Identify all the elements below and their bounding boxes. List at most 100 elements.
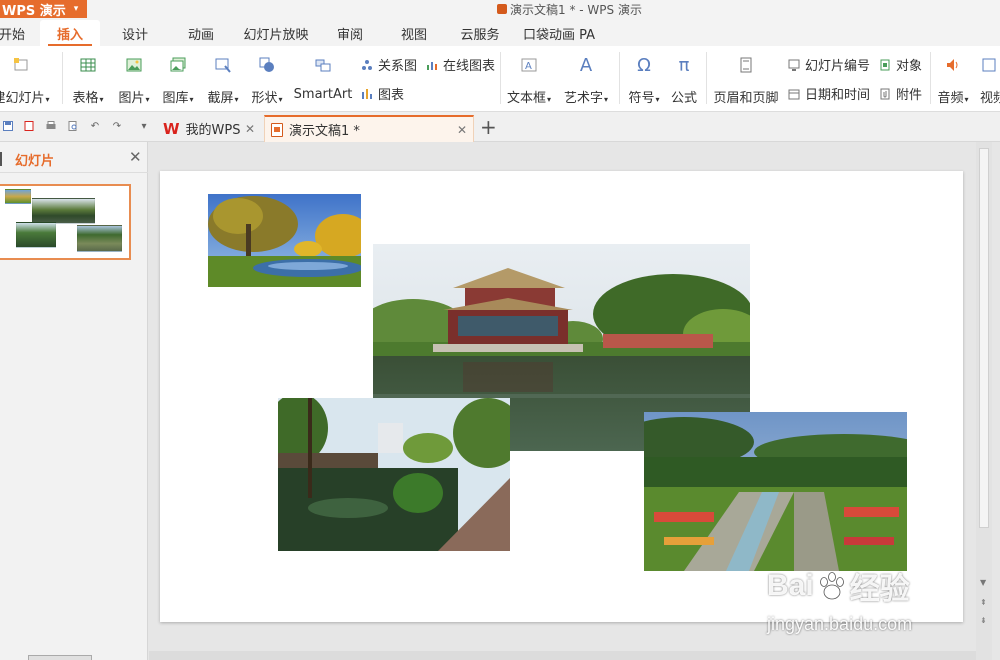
tab-animation[interactable]: 动画 — [176, 20, 226, 46]
doc-tab-presentation[interactable]: 演示文稿1 * ✕ — [264, 115, 474, 142]
slide-number-icon — [787, 58, 800, 71]
slide-picture-trees-pond[interactable] — [208, 194, 361, 287]
shape-button[interactable]: 形状▾ — [247, 56, 287, 106]
thumbnail-picture — [32, 198, 95, 224]
slide-picture-garden-pond[interactable] — [278, 398, 510, 551]
panel-tab-marker — [0, 152, 2, 166]
print-icon[interactable] — [45, 120, 57, 132]
paw-icon — [816, 570, 848, 602]
slide-picture-garden-cascade[interactable] — [644, 412, 907, 571]
screenshot-icon — [214, 56, 232, 74]
new-tab-icon[interactable]: + — [480, 117, 497, 137]
app-name: WPS 演示 — [2, 3, 66, 19]
omega-icon: Ω — [637, 54, 651, 76]
save-icon[interactable] — [2, 120, 14, 132]
attachment-icon — [878, 87, 891, 100]
object-button[interactable]: 对象 — [878, 55, 922, 74]
table-icon — [79, 56, 97, 74]
ribbon-divider — [930, 52, 931, 104]
textbox-icon: A — [520, 56, 538, 74]
relation-chart-icon — [360, 58, 373, 71]
chart-icon — [360, 87, 373, 100]
wordart-button[interactable]: A 艺术字▾ — [562, 54, 610, 107]
customize-toolbar-icon[interactable]: ▾ — [138, 120, 150, 132]
online-chart-icon — [425, 58, 438, 71]
tab-insert[interactable]: 插入 — [40, 20, 100, 46]
presentation-icon — [271, 122, 283, 137]
window-title-text: 演示文稿1 * - WPS 演示 — [510, 2, 642, 17]
tab-cloud[interactable]: 云服务 — [452, 20, 508, 46]
textbox-button[interactable]: A 文本框▾ — [506, 56, 552, 106]
table-button[interactable]: 表格▾ — [68, 56, 108, 106]
scrollbar-thumb[interactable] — [979, 148, 989, 528]
picture-icon — [125, 56, 143, 74]
object-icon — [878, 58, 891, 71]
app-menu-button[interactable]: WPS 演示 ▾ — [0, 0, 87, 18]
redo-icon[interactable]: ↷ — [111, 120, 123, 132]
watermark-url: jingyan.baidu.com — [767, 614, 913, 634]
wordart-icon: A — [579, 54, 593, 76]
thumbnail-picture — [77, 225, 122, 252]
symbol-button[interactable]: Ω 符号▾ — [624, 54, 664, 107]
panel-scroll-button[interactable] — [28, 655, 92, 660]
quick-access-bar: ↶ ↷ ▾ W 我的WPS ✕ 演示文稿1 * ✕ + — [0, 112, 1000, 142]
relation-chart-button[interactable]: 关系图 — [360, 55, 417, 74]
thumbnail-picture — [5, 189, 31, 204]
slide-panel-header: 幻灯片 ✕ — [0, 148, 148, 170]
chart-button[interactable]: 图表 — [360, 84, 404, 103]
ribbon-divider — [619, 52, 620, 104]
formula-button[interactable]: π 公式 — [668, 54, 700, 107]
wps-logo-icon: W — [163, 119, 180, 138]
close-icon[interactable]: ✕ — [245, 122, 255, 136]
shape-icon — [258, 56, 276, 74]
slide[interactable] — [160, 171, 963, 622]
ribbon-divider — [62, 52, 63, 104]
audio-button[interactable]: 音频▾ — [935, 56, 971, 106]
close-icon[interactable]: ✕ — [129, 148, 142, 166]
tab-home[interactable]: 开始 — [0, 20, 26, 46]
doc-tab-my-wps[interactable]: W 我的WPS ✕ — [157, 115, 261, 142]
chevron-down-icon: ▾ — [73, 4, 79, 14]
watermark-logo: Bai 经验 — [767, 569, 910, 606]
export-pdf-icon[interactable] — [23, 120, 35, 132]
new-slide-button[interactable]: 建幻灯片▾ — [0, 56, 50, 106]
title-bar: WPS 演示 ▾ 演示文稿1 * - WPS 演示 — [0, 0, 1000, 18]
calendar-icon — [787, 87, 800, 100]
ribbon-toolbar: 建幻灯片▾ 表格▾ 图片▾ 图库▾ 截屏▾ 形状▾ SmartArt — [0, 46, 1000, 112]
screenshot-button[interactable]: 截屏▾ — [203, 56, 243, 106]
new-slide-icon — [12, 56, 30, 74]
smartart-icon — [314, 56, 332, 74]
pi-icon: π — [678, 54, 690, 76]
attachment-button[interactable]: 附件 — [878, 84, 922, 103]
datetime-button[interactable]: 日期和时间 — [787, 84, 870, 103]
doc-tab-label: 演示文稿1 * — [289, 124, 360, 139]
horizontal-scrollbar[interactable] — [149, 651, 976, 660]
close-icon[interactable]: ✕ — [457, 123, 467, 137]
doc-tab-label: 我的WPS — [185, 123, 241, 138]
speaker-icon — [944, 56, 962, 74]
video-button[interactable]: 视频 — [980, 56, 1000, 106]
ribbon-tab-bar: 开始 插入 设计 动画 幻灯片放映 审阅 视图 云服务 口袋动画 PA — [0, 18, 1000, 46]
tab-slideshow[interactable]: 幻灯片放映 — [240, 20, 312, 46]
picture-button[interactable]: 图片▾ — [114, 56, 154, 106]
online-chart-button[interactable]: 在线图表 — [425, 55, 495, 74]
header-footer-button[interactable]: 页眉和页脚 — [713, 56, 779, 106]
window-title: 演示文稿1 * - WPS 演示 — [497, 0, 642, 18]
video-icon — [980, 56, 998, 74]
divider — [0, 172, 148, 173]
tab-review[interactable]: 审阅 — [328, 20, 372, 46]
smartart-button[interactable]: SmartArt — [293, 56, 353, 102]
slide-panel-title[interactable]: 幻灯片 — [15, 150, 54, 169]
baidu-jingyan-watermark: Bai 经验 jingyan.baidu.com — [767, 556, 997, 640]
undo-icon[interactable]: ↶ — [89, 120, 101, 132]
tab-design[interactable]: 设计 — [110, 20, 160, 46]
gallery-button[interactable]: 图库▾ — [158, 56, 198, 106]
print-preview-icon[interactable] — [67, 120, 79, 132]
slide-number-button[interactable]: 幻灯片编号 — [787, 55, 870, 74]
tab-view[interactable]: 视图 — [392, 20, 436, 46]
gallery-icon — [169, 56, 187, 74]
tab-pocket-animation[interactable]: 口袋动画 PA — [520, 20, 598, 46]
slide-thumbnail[interactable] — [0, 184, 131, 260]
new-slide-label: 建幻灯片▾ — [0, 91, 50, 106]
ribbon-divider — [500, 52, 501, 104]
